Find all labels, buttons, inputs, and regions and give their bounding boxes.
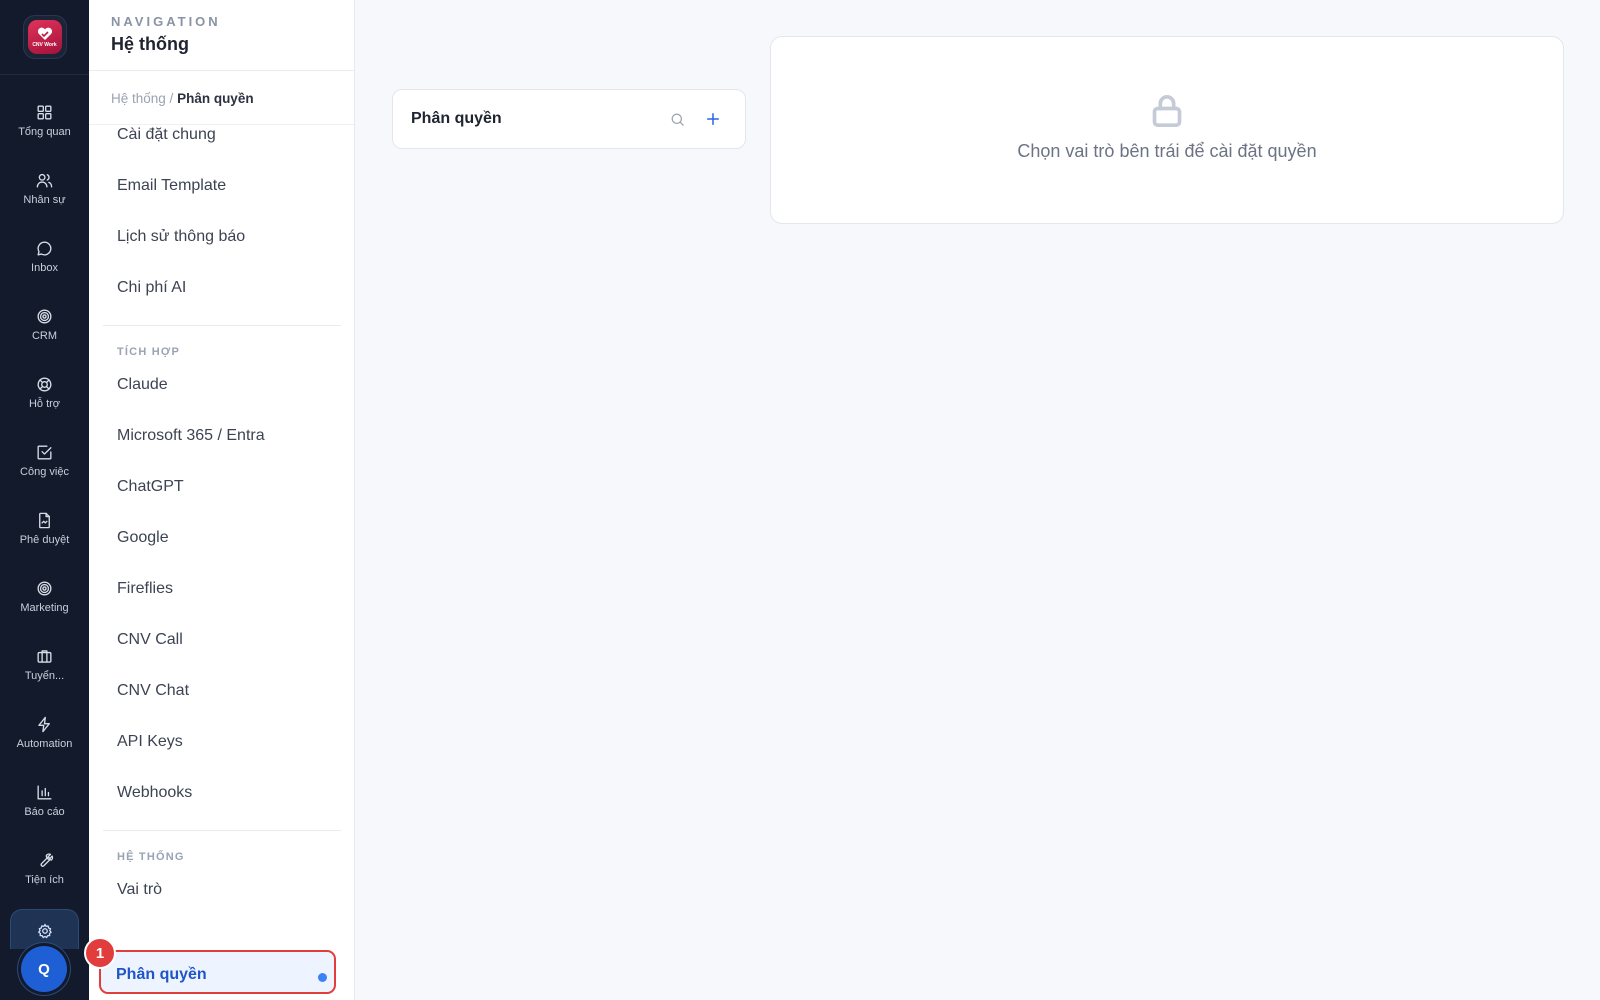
lock-icon	[1152, 95, 1182, 128]
plus-icon	[707, 113, 719, 125]
rail-item-label: Công việc	[20, 465, 69, 478]
rail-item-approval[interactable]: Phê duyệt	[0, 494, 89, 562]
rail-item-support[interactable]: Hỗ trợ	[0, 358, 89, 426]
users-icon	[36, 173, 53, 188]
rail-item-label: Marketing	[20, 601, 69, 614]
nav-list: Cài đặt chung Email Template Lịch sử thô…	[89, 122, 354, 928]
briefcase-icon	[37, 649, 52, 663]
logo-text: CNV Work	[32, 41, 57, 48]
breadcrumb-parent[interactable]: Hệ thống	[111, 91, 166, 106]
nav-item-google[interactable]: Google	[89, 525, 354, 576]
nav-item-microsoft-365[interactable]: Microsoft 365 / Entra	[89, 423, 354, 474]
nav-header: NAVIGATION Hệ thống	[89, 0, 354, 71]
search-button[interactable]	[663, 105, 691, 133]
nav-item-permissions-label: Phân quyền	[116, 966, 207, 983]
message-icon	[37, 240, 52, 256]
nav-item-api-keys[interactable]: API Keys	[89, 729, 354, 780]
roles-panel: Phân quyền	[392, 89, 746, 149]
rail-item-label: Automation	[16, 737, 73, 750]
settings-nav: NAVIGATION Hệ thống Hệ thống / Phân quyề…	[89, 0, 355, 1000]
nav-item-fireflies[interactable]: Fireflies	[89, 576, 354, 627]
active-dot-icon	[318, 973, 327, 982]
nav-title: Hệ thống	[111, 34, 189, 54]
nav-item-claude[interactable]: Claude	[89, 372, 354, 423]
nav-item-email-template[interactable]: Email Template	[89, 173, 354, 224]
checkbox-icon	[37, 444, 52, 460]
rail-item-recruit[interactable]: Tuyển...	[0, 630, 89, 698]
rail-item-settings[interactable]	[10, 909, 79, 949]
breadcrumb: Hệ thống / Phân quyền	[89, 71, 354, 125]
rail-item-hr[interactable]: Nhân sự	[0, 154, 89, 222]
roles-panel-title: Phân quyền	[411, 110, 502, 127]
breadcrumb-current: Phân quyền	[177, 91, 254, 106]
nav-group-integrations: TÍCH HỢP	[117, 346, 180, 358]
target-icon	[37, 580, 52, 596]
rail-item-label: Tuyển...	[24, 669, 65, 682]
bar-chart-icon	[37, 784, 52, 800]
empty-state-panel: Chọn vai trò bên trái để cài đặt quyền	[770, 36, 1564, 224]
nav-item-cnv-call[interactable]: CNV Call	[89, 627, 354, 678]
rail-item-label: Phê duyệt	[19, 533, 70, 546]
rail-item-overview[interactable]: Tổng quan	[0, 86, 89, 154]
search-icon	[671, 113, 684, 126]
rail-item-label: Hỗ trợ	[28, 397, 61, 410]
empty-state-message: Chọn vai trò bên trái để cài đặt quyền	[1017, 141, 1317, 161]
rail-item-label: Inbox	[31, 261, 58, 274]
rail-item-marketing[interactable]: Marketing	[0, 562, 89, 630]
rail-item-label: Nhân sự	[23, 193, 66, 206]
lifebuoy-icon	[37, 376, 52, 392]
add-role-button[interactable]	[699, 105, 727, 133]
nav-item-roles[interactable]: Vai trò	[89, 877, 354, 928]
target-icon	[37, 308, 52, 324]
rail-item-tasks[interactable]: Công việc	[0, 426, 89, 494]
rail-item-label: Báo cáo	[24, 805, 65, 818]
step-badge: 1	[84, 937, 116, 969]
file-sign-icon	[39, 512, 50, 528]
nav-group-system: HỆ THỐNG	[117, 851, 185, 863]
rail-item-reports[interactable]: Báo cáo	[0, 766, 89, 834]
nav-item-ai-cost[interactable]: Chi phí AI	[89, 275, 354, 303]
nav-item-notification-history[interactable]: Lịch sử thông báo	[89, 224, 354, 275]
rail-item-utilities[interactable]: Tiện ích	[0, 834, 89, 902]
rail-item-label: Tổng quan	[18, 125, 71, 138]
rail-items: Tổng quan Nhân sự Inbox CRM Hỗ trợ Công …	[0, 86, 89, 902]
grid-icon	[37, 104, 52, 120]
bolt-icon	[38, 716, 50, 732]
rail-item-automation[interactable]: Automation	[0, 698, 89, 766]
heart-logo-icon: CNV Work	[27, 20, 62, 54]
rail-item-label: CRM	[31, 329, 58, 342]
nav-kicker: NAVIGATION	[111, 14, 221, 29]
app-rail: CNV Work Tổng quan Nhân sự Inbox CRM Hỗ …	[0, 0, 89, 1000]
gear-icon	[37, 923, 52, 939]
wrench-icon	[40, 852, 54, 867]
rail-item-inbox[interactable]: Inbox	[0, 222, 89, 290]
app-logo[interactable]: CNV Work	[22, 15, 67, 59]
nav-item-chatgpt[interactable]: ChatGPT	[89, 474, 354, 525]
nav-item-webhooks[interactable]: Webhooks	[89, 780, 354, 808]
avatar[interactable]: Q	[21, 946, 67, 992]
logo-area: CNV Work	[0, 0, 89, 75]
rail-item-crm[interactable]: CRM	[0, 290, 89, 358]
rail-item-label: Tiện ích	[25, 873, 64, 886]
nav-item-cnv-chat[interactable]: CNV Chat	[89, 678, 354, 729]
breadcrumb-separator: /	[165, 91, 178, 106]
nav-item-general-settings[interactable]: Cài đặt chung	[89, 122, 354, 173]
